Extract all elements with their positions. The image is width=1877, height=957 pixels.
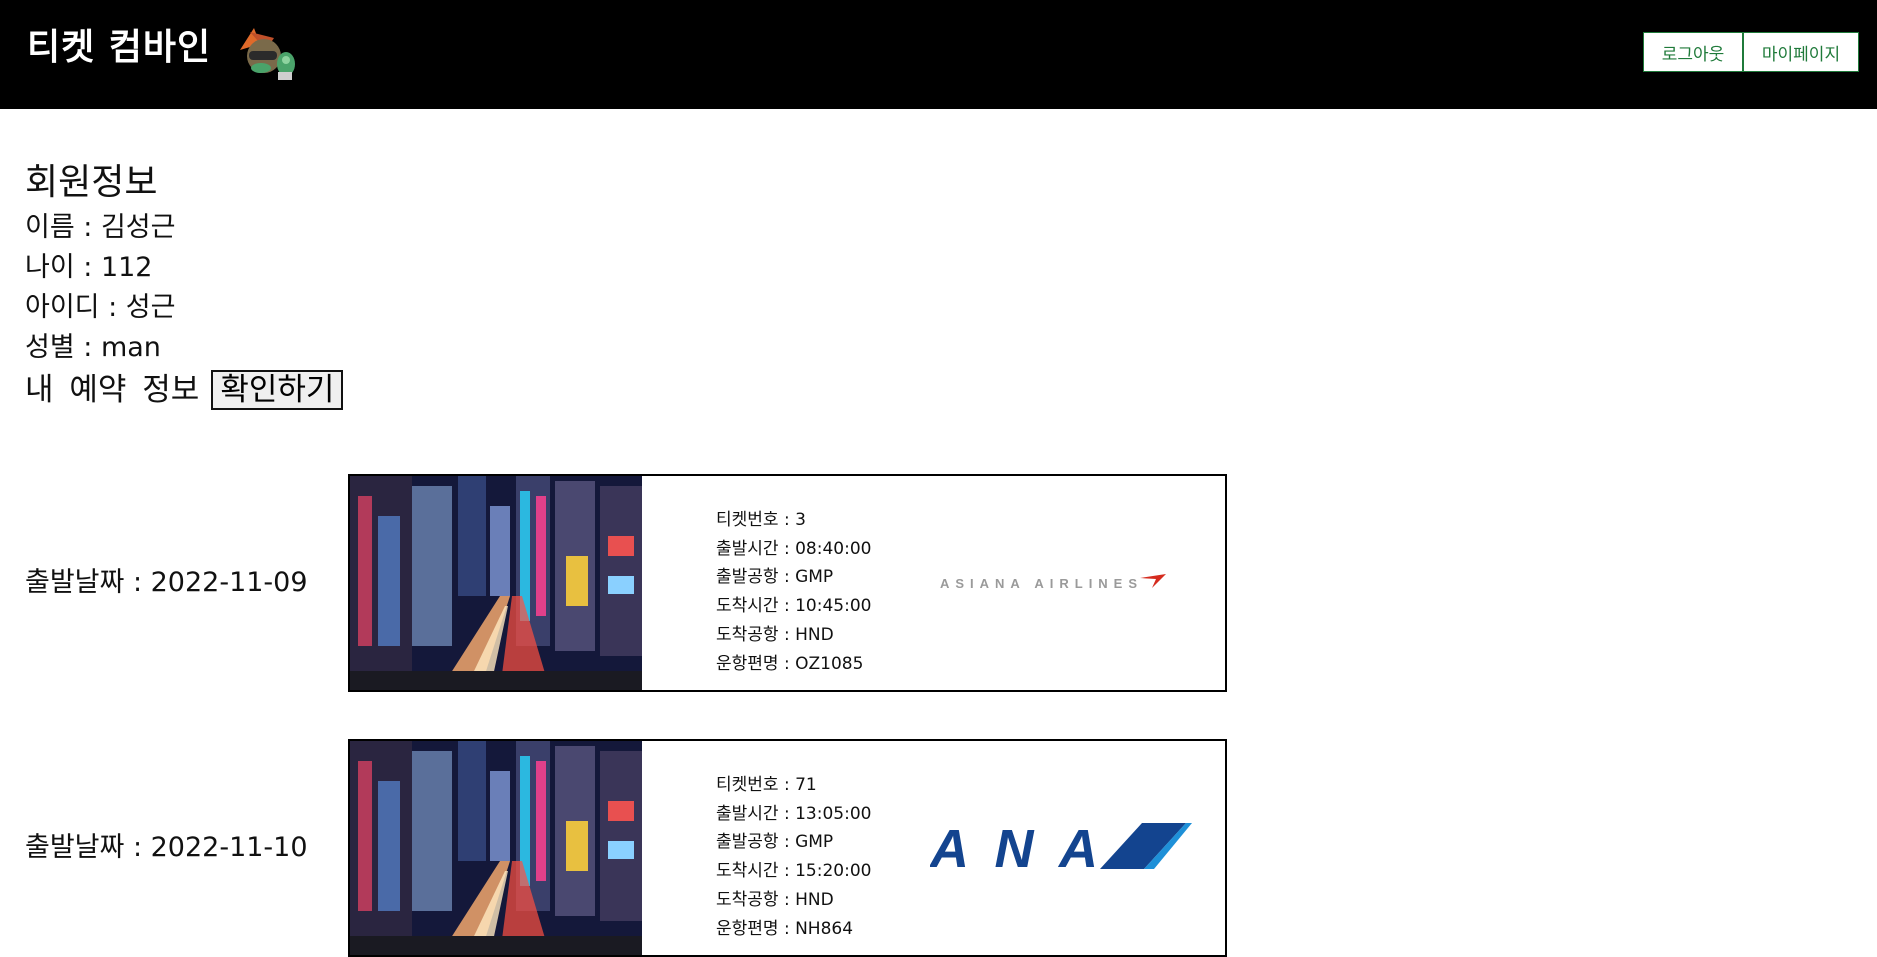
ticket-card: 티켓번호 : 71 출발시간 : 13:05:00 출발공항 : GMP 도착시… [348,739,1227,957]
member-age: 나이 : 112 [25,252,153,283]
ticket-number: 티켓번호 : 3 [716,510,806,530]
ticket-info: 티켓번호 : 71 출발시간 : 13:05:00 출발공항 : GMP 도착시… [716,771,871,943]
arrival-time: 도착시간 : 10:45:00 [716,596,872,617]
city-night-photo [350,476,642,690]
ticket-number: 티켓번호 : 71 [716,775,817,795]
depart-date: 출발날짜 : 2022-11-10 [25,832,308,863]
city-night-photo [350,741,642,955]
flight-number: 운항편명 : NH864 [716,918,854,939]
depart-date: 출발날짜 : 2022-11-09 [25,567,308,598]
ticket-card: 티켓번호 : 3 출발시간 : 08:40:00 출발공항 : GMP 도착시간… [348,474,1227,692]
asiana-airlines-logo: ASIANA AIRLINES [940,574,1166,591]
departure-airport: 출발공항 : GMP [716,567,834,588]
member-info: 회원정보 이름 : 김성근 나이 : 112 아이디 : 성근 성별 : man… [25,158,344,412]
member-name: 이름 : 김성근 [25,212,176,243]
svg-text:ASIANA AIRLINES: ASIANA AIRLINES [940,576,1140,591]
ticket-info: 티켓번호 : 3 출발시간 : 08:40:00 출발공항 : GMP 도착시간… [716,506,871,678]
member-id: 아이디 : 성근 [25,292,176,323]
flight-number: 운항편명 : OZ1085 [716,653,864,674]
mypage-button[interactable]: 마이페이지 [1743,32,1859,72]
arrival-airport: 도착공항 : HND [716,624,834,645]
top-header: 티켓 컴바인 로그아웃 마이페이지 [0,0,1877,109]
mascot-logo-icon [240,28,295,80]
departure-airport: 출발공항 : GMP [716,832,834,853]
reservation-label: 내 예약 정보 [25,372,200,408]
check-reservation-button[interactable]: 확인하기 [211,370,344,410]
ana-logo: ANA [930,819,1192,879]
site-title[interactable]: 티켓 컴바인 [27,23,211,73]
departure-time: 출발시간 : 13:05:00 [716,803,872,824]
arrival-time: 도착시간 : 15:20:00 [716,861,872,882]
member-gender: 성별 : man [25,332,161,363]
reservation-row: 내 예약 정보 확인하기 [25,368,344,412]
arrival-airport: 도착공항 : HND [716,889,834,910]
ticket-row: 출발날짜 : 2022-11-09 티켓번호 : 3 출발시간 : 08:40:… [0,474,1877,692]
ticket-row: 출발날짜 : 2022-11-10 티켓번호 : 71 출발시간 : 13:05… [0,739,1877,957]
svg-text:ANA: ANA [930,819,1098,879]
logout-button[interactable]: 로그아웃 [1643,32,1743,72]
member-info-title: 회원정보 [25,162,158,203]
departure-time: 출발시간 : 08:40:00 [716,538,872,559]
